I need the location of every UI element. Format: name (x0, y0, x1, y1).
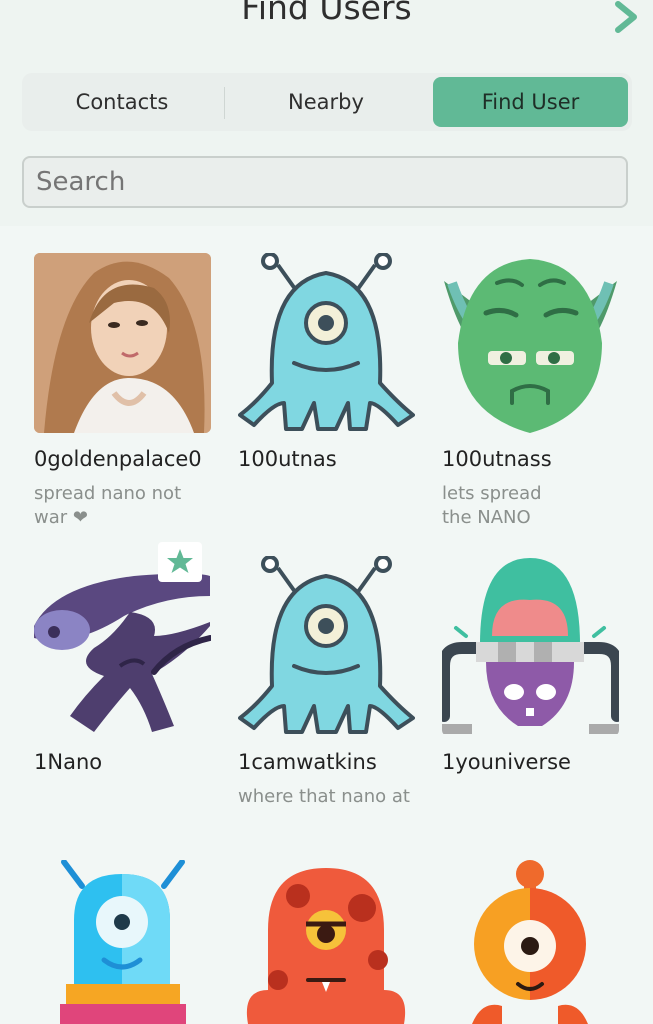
user-avatar-photo (34, 253, 211, 433)
blue-octopus-alien-icon (238, 253, 415, 431)
red-blob-monster-icon (246, 868, 406, 1024)
tab-nearby[interactable]: Nearby (226, 73, 426, 131)
username: 0goldenpalace0 (34, 447, 202, 471)
search-input[interactable] (22, 156, 628, 208)
username: 1youniverse (442, 750, 571, 774)
user-bio-line: spread nano not (34, 483, 182, 504)
purple-xenomorph-icon (34, 573, 211, 732)
username: 100utnass (442, 447, 552, 471)
user-bio-line: where that nano at (238, 786, 410, 807)
tab-contacts[interactable]: Contacts (22, 73, 222, 131)
cyan-robot-icon (60, 860, 186, 1024)
user-bio-line: the NANO (442, 507, 531, 528)
username: 1Nano (34, 750, 103, 774)
username: 1camwatkins (238, 750, 377, 774)
header: Find Users Contacts Nearby Find User (0, 0, 653, 226)
star-icon (167, 549, 193, 573)
blue-octopus-alien-icon (238, 556, 415, 734)
segmented-control: Contacts Nearby Find User (22, 73, 632, 131)
orange-cyclops-icon (472, 860, 588, 1024)
brain-dome-alien-icon (442, 558, 619, 734)
username: 100utnas (238, 447, 337, 471)
user-bio-line: lets spread (442, 483, 542, 504)
green-yoda-icon (444, 259, 617, 433)
tab-find-user[interactable]: Find User (433, 77, 628, 127)
page-title: Find Users (241, 0, 412, 27)
tab-divider (224, 87, 225, 119)
chevron-right-icon[interactable] (612, 0, 642, 34)
favorite-badge[interactable] (158, 542, 202, 582)
user-bio-line: war ❤ (34, 507, 88, 528)
